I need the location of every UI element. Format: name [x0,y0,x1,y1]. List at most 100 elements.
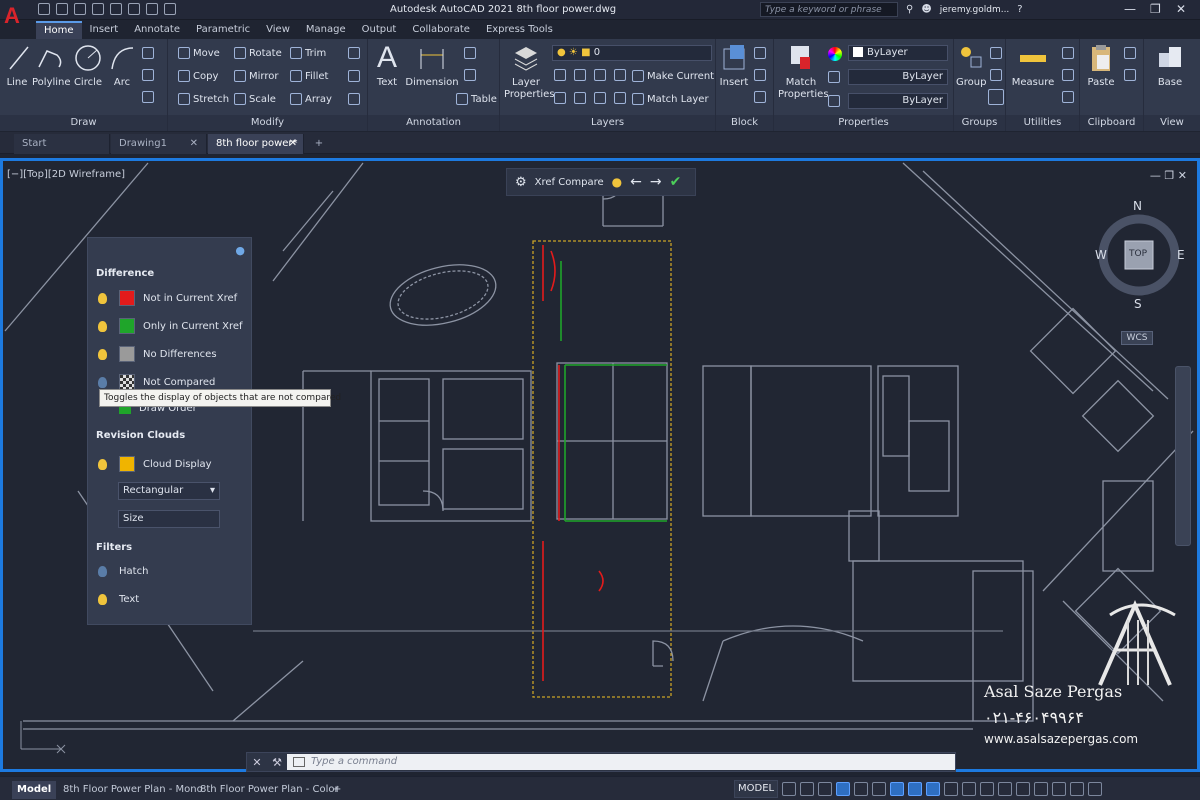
color-wheel-icon[interactable] [828,47,842,61]
only-in-current-row[interactable]: Only in Current Xref [98,318,243,334]
draw-panel-label[interactable]: Draw [0,115,167,131]
annotation-scale-icon[interactable] [944,782,959,796]
layer-dropdown[interactable]: ● ☀ ■ 0 [552,45,712,61]
color-dropdown[interactable]: ByLayer [848,45,948,61]
add-layout-button[interactable]: + [328,781,346,799]
no-differences-row[interactable]: No Differences [98,346,217,362]
transparency-icon[interactable] [926,782,941,796]
save-as-icon[interactable] [92,3,104,15]
layout-tab-color[interactable]: 8th Floor Power Plan - Color [195,781,344,799]
bulb-icon[interactable] [98,458,107,470]
stretch-button[interactable]: Stretch [178,93,229,105]
cut-icon[interactable] [1124,47,1136,59]
layer-tool-6-icon[interactable] [574,92,586,104]
color-swatch[interactable] [119,346,135,362]
hatch-filter-row[interactable]: Hatch [98,566,148,577]
model-space-button[interactable]: MODEL [734,780,779,798]
compass-east[interactable]: E [1177,248,1185,262]
cloud-shape-dropdown[interactable]: Rectangular ▾ [118,482,220,500]
edit-block-icon[interactable] [754,69,766,81]
close-icon[interactable]: ✕ [247,756,267,769]
close-icon[interactable]: ✕ [190,134,198,154]
scale-button[interactable]: Scale [234,93,276,105]
compass-south[interactable]: S [1134,297,1142,311]
doc-tab-start[interactable]: Start [14,134,110,154]
new-tab-button[interactable]: + [306,134,332,154]
tab-parametric[interactable]: Parametric [188,21,258,39]
not-compared-row[interactable]: Not Compared [98,374,215,390]
not-in-current-row[interactable]: Not in Current Xref [98,290,237,306]
move-button[interactable]: Move [178,47,220,59]
customize-icon[interactable] [1088,782,1103,796]
panel-pin-icon[interactable]: ● [235,244,245,257]
fillet-button[interactable]: Fillet [290,70,328,82]
tab-insert[interactable]: Insert [82,21,127,39]
dimension-style-icon[interactable] [464,47,476,59]
autocad-logo[interactable]: A [4,2,22,32]
undo-icon[interactable] [146,3,158,15]
group-select-icon[interactable] [988,89,1004,105]
rotate-button[interactable]: Rotate [234,47,282,59]
compass-west[interactable]: W [1095,248,1107,262]
help-icon[interactable]: ? [1017,4,1022,15]
copy-clip-icon[interactable] [1124,69,1136,81]
color-swatch[interactable] [119,318,135,334]
base-button[interactable]: Base [1152,43,1188,88]
explode-icon[interactable] [348,93,360,105]
modify-panel-label[interactable]: Modify [168,115,367,131]
object-track-icon[interactable] [872,782,887,796]
linetype-dropdown[interactable]: ByLayer [848,93,948,109]
hatch-filter-icon[interactable] [98,566,107,577]
doc-tab-drawing1[interactable]: Drawing1 ✕ [111,134,207,154]
viewport-label[interactable]: [−][Top][2D Wireframe] [7,169,125,180]
annotation-monitor-icon[interactable] [980,782,995,796]
block-panel-label[interactable]: Block [716,115,773,131]
tab-annotate[interactable]: Annotate [126,21,188,39]
select-all-icon[interactable] [1062,69,1074,81]
cloud-size-input[interactable]: Size [118,510,220,528]
groups-panel-label[interactable]: Groups [954,115,1005,131]
group-button[interactable]: Group [956,43,986,88]
properties-panel-label[interactable]: Properties [774,115,953,131]
line-button[interactable]: Line [4,43,30,88]
search-icon[interactable]: ⚲ [906,4,913,15]
workspace-gear-icon[interactable] [962,782,977,796]
isodraft-icon[interactable] [854,782,869,796]
quick-properties-icon[interactable] [1016,782,1031,796]
navigation-bar[interactable] [1175,366,1191,546]
layer-tool-2-icon[interactable] [574,69,586,81]
minimize-icon[interactable]: — [1124,2,1136,16]
close-icon[interactable]: ✕ [1176,2,1186,16]
bulb-icon[interactable] [98,348,107,360]
color-swatch[interactable] [119,456,135,472]
insert-button[interactable]: Insert [718,43,750,88]
layout-tab-mono[interactable]: 8th Floor Power Plan - Mono [58,781,208,799]
viewcube[interactable]: N S E W TOP [1093,199,1185,311]
lineweight-toggle-icon[interactable] [908,782,923,796]
user-name[interactable]: jeremy.goldm... [940,5,1010,15]
bulb-icon[interactable] [98,320,107,332]
wcs-menu[interactable]: WCS [1121,331,1153,345]
calculator-icon[interactable] [1062,91,1074,103]
tab-view[interactable]: View [258,21,298,39]
text-button[interactable]: A Text [372,41,402,88]
print-icon[interactable] [128,3,140,15]
tab-express-tools[interactable]: Express Tools [478,21,561,39]
checkmark-icon[interactable]: ✔ [670,174,682,190]
color-swatch[interactable] [119,290,135,306]
isolate-icon[interactable] [1034,782,1049,796]
wrench-icon[interactable]: ⚒ [267,756,287,769]
bulb-icon[interactable] [98,292,107,304]
clipboard-panel-label[interactable]: Clipboard [1080,115,1143,131]
tab-collaborate[interactable]: Collaborate [404,21,478,39]
table-button[interactable]: Table [456,93,497,105]
units-icon[interactable] [998,782,1013,796]
osnap-icon[interactable] [890,782,905,796]
annotation-panel-label[interactable]: Annotation [368,115,499,131]
layer-tool-4-icon[interactable] [614,69,626,81]
web-mobile-icon[interactable] [110,3,122,15]
dimension-button[interactable]: Dimension [404,43,460,88]
search-input[interactable]: Type a keyword or phrase [760,2,898,17]
layout-tab-model[interactable]: Model [12,781,57,799]
create-block-icon[interactable] [754,47,766,59]
